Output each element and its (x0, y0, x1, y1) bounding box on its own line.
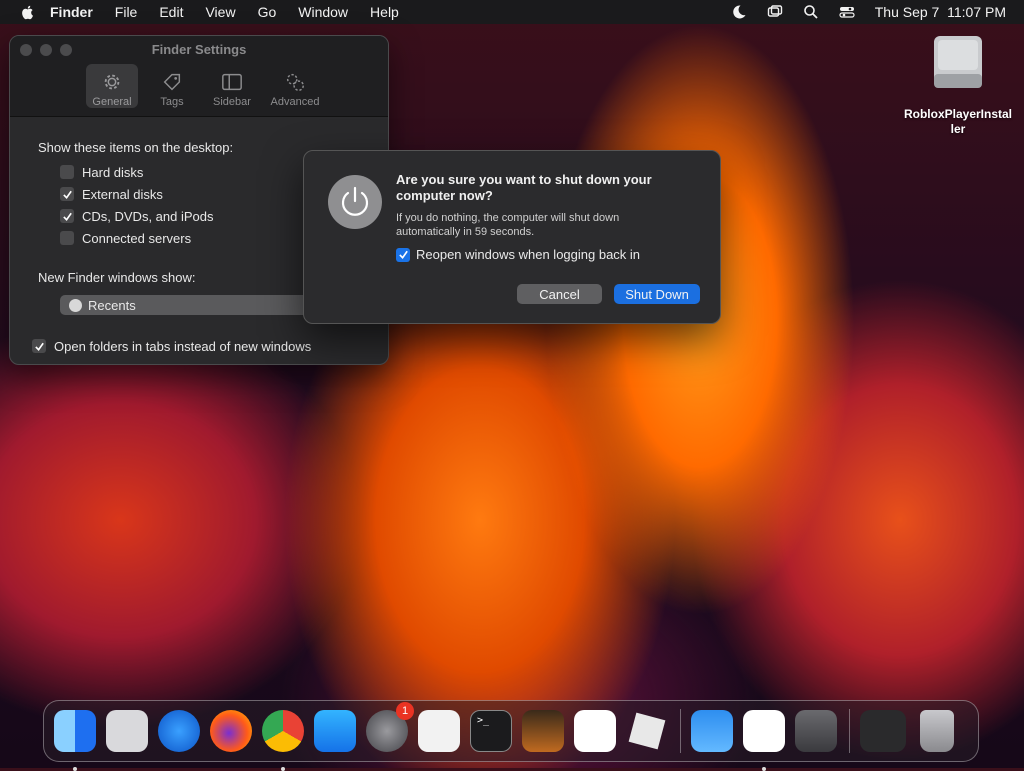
tab-label: Tags (160, 96, 184, 108)
menu-clock[interactable]: Thu Sep 7 11:07 PM (875, 4, 1006, 20)
menu-bar: Finder File Edit View Go Window Help Thu… (0, 0, 1024, 24)
menu-window[interactable]: Window (298, 4, 348, 20)
reopen-windows-option[interactable]: Reopen windows when logging back in (396, 247, 640, 262)
moon-icon[interactable] (731, 4, 747, 20)
dock-garageband[interactable] (522, 710, 564, 752)
menu-app-finder[interactable]: Finder (50, 4, 93, 20)
checkbox[interactable] (60, 231, 74, 245)
checkmark-icon (398, 250, 408, 259)
notification-badge: 1 (396, 702, 414, 720)
terminal-prompt-icon: >_ (477, 715, 490, 726)
dock-finder[interactable] (54, 710, 96, 771)
checkbox[interactable] (32, 339, 46, 353)
popup-value: Recents (88, 297, 136, 313)
checkmark-icon (34, 342, 44, 351)
dock-safari[interactable] (158, 710, 200, 752)
dialog-message: If you do nothing, the computer will shu… (396, 212, 620, 238)
option-label: External disks (82, 186, 163, 202)
cancel-button[interactable]: Cancel (517, 284, 602, 304)
power-icon (328, 175, 382, 229)
tab-advanced[interactable]: Advanced (266, 64, 324, 108)
tab-tags[interactable]: Tags (146, 64, 198, 108)
clock-icon (69, 298, 82, 312)
dock-vscode[interactable] (574, 710, 616, 752)
tab-general[interactable]: General (86, 64, 138, 108)
menu-go[interactable]: Go (258, 4, 277, 20)
checkbox[interactable] (60, 165, 74, 179)
search-icon[interactable] (803, 4, 819, 20)
gears-icon (286, 73, 304, 91)
tab-label: Sidebar (213, 96, 251, 108)
dock-textedit[interactable] (418, 710, 460, 752)
control-center-icon[interactable] (839, 4, 855, 20)
menu-edit[interactable]: Edit (159, 4, 183, 20)
checkmark-icon (62, 190, 72, 199)
option-label: CDs, DVDs, and iPods (82, 208, 214, 224)
tab-label: General (92, 96, 132, 108)
dialog-heading: Are you sure you want to shut down your … (396, 172, 652, 203)
dock-separator (680, 709, 681, 753)
dock-keychain-access[interactable] (795, 710, 837, 752)
gear-icon (104, 74, 120, 90)
window-toolbar: Finder Settings General Tags Sidebar Adv… (10, 36, 388, 117)
dock-terminal[interactable]: >_ (470, 710, 512, 752)
checkbox[interactable] (60, 209, 74, 223)
menu-help[interactable]: Help (370, 4, 399, 20)
option-label: Reopen windows when logging back in (416, 247, 641, 262)
menu-view[interactable]: View (205, 4, 235, 20)
window-title: Finder Settings (151, 42, 247, 57)
option-label: Hard disks (82, 164, 144, 180)
tab-sidebar[interactable]: Sidebar (206, 64, 258, 108)
dock-system-settings[interactable]: 1 (366, 702, 414, 752)
dock-finder-window[interactable] (860, 710, 906, 752)
disk-image-icon (934, 36, 982, 88)
dock-firefox[interactable] (210, 710, 252, 752)
desktop-icon-label: RobloxPlayerInstal ler (903, 107, 1013, 136)
dock: 1 >_ (43, 700, 979, 771)
roblox-icon (628, 712, 666, 750)
dock-trash[interactable] (920, 710, 954, 752)
dock-chrome[interactable] (262, 710, 304, 771)
new-window-popup[interactable]: Recents (60, 295, 310, 315)
screen-mirroring-icon[interactable] (767, 4, 783, 20)
menu-file[interactable]: File (115, 4, 138, 20)
shutdown-dialog: Are you sure you want to shut down your … (303, 150, 721, 324)
dock-weather[interactable] (691, 710, 733, 752)
open-in-tabs-option[interactable]: Open folders in tabs instead of new wind… (32, 335, 388, 357)
tab-label: Advanced (270, 96, 320, 108)
dock-freeform[interactable] (743, 710, 785, 771)
apple-icon[interactable] (20, 4, 36, 20)
checkbox[interactable] (60, 187, 74, 201)
option-label: Connected servers (82, 230, 192, 246)
dock-roblox[interactable] (626, 710, 668, 752)
checkmark-icon (62, 212, 72, 221)
dock-launchpad[interactable] (106, 710, 148, 752)
sidebar-icon (222, 73, 242, 91)
shut-down-button[interactable]: Shut Down (614, 284, 700, 304)
tag-icon (163, 73, 181, 91)
checkbox[interactable] (396, 247, 410, 262)
desktop-icon-roblox-installer[interactable]: RobloxPlayerInstal ler (898, 34, 1018, 137)
dock-separator (849, 709, 850, 753)
dock-app-store[interactable] (314, 710, 356, 752)
option-label: Open folders in tabs instead of new wind… (54, 338, 312, 354)
